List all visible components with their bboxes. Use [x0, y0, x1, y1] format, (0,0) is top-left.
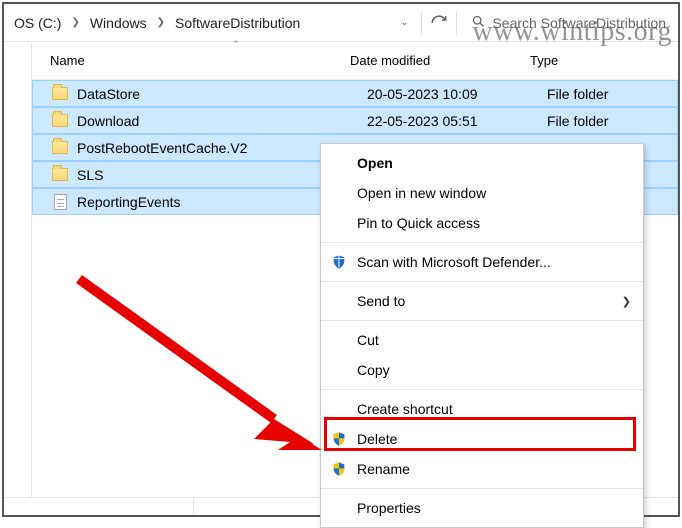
folder-icon: [51, 139, 69, 157]
file-name: Download: [77, 113, 367, 129]
column-header-date[interactable]: Date modified: [350, 53, 530, 68]
divider: [456, 11, 457, 35]
breadcrumb-item[interactable]: SoftwareDistribution: [171, 13, 304, 33]
menu-open-new-window[interactable]: Open in new window: [321, 178, 643, 208]
file-date: 22-05-2023 05:51: [367, 113, 547, 129]
context-menu: Open Open in new window Pin to Quick acc…: [320, 143, 644, 528]
file-date: 20-05-2023 10:09: [367, 86, 547, 102]
menu-rename[interactable]: Rename: [321, 454, 643, 484]
refresh-button[interactable]: [430, 14, 448, 32]
file-name: DataStore: [77, 86, 367, 102]
file-type: File folder: [547, 86, 677, 102]
search-placeholder: Search SoftwareDistribution: [492, 15, 674, 31]
chevron-right-icon: ❯: [622, 295, 631, 308]
table-row[interactable]: DataStore 20-05-2023 10:09 File folder: [32, 80, 678, 107]
folder-icon: [51, 85, 69, 103]
defender-icon: [329, 254, 349, 270]
sort-asc-icon: ⌃: [232, 39, 240, 50]
menu-scan-defender[interactable]: Scan with Microsoft Defender...: [321, 247, 643, 277]
menu-copy[interactable]: Copy: [321, 355, 643, 385]
nav-pane-strip: [4, 42, 32, 497]
file-type: File folder: [547, 113, 677, 129]
chevron-right-icon: ❯: [151, 17, 171, 28]
search-box[interactable]: Search SoftwareDistribution: [465, 14, 674, 32]
chevron-right-icon: ❯: [65, 17, 85, 28]
search-icon: [465, 14, 492, 32]
chevron-down-icon[interactable]: ⌄: [395, 17, 413, 28]
breadcrumb-item[interactable]: Windows: [86, 13, 151, 33]
menu-cut[interactable]: Cut: [321, 325, 643, 355]
breadcrumb-item[interactable]: OS (C:): [10, 13, 65, 33]
table-row[interactable]: Download 22-05-2023 05:51 File folder: [32, 107, 678, 134]
uac-shield-icon: [329, 431, 349, 447]
column-header-type[interactable]: Type: [530, 53, 678, 68]
menu-send-to[interactable]: Send to ❯: [321, 286, 643, 316]
menu-pin-quick-access[interactable]: Pin to Quick access: [321, 208, 643, 238]
menu-delete[interactable]: Delete: [321, 424, 643, 454]
folder-icon: [51, 112, 69, 130]
uac-shield-icon: [329, 461, 349, 477]
file-icon: [51, 193, 69, 211]
folder-icon: [51, 166, 69, 184]
address-bar[interactable]: OS (C:) ❯ Windows ❯ SoftwareDistribution: [8, 8, 395, 38]
menu-create-shortcut[interactable]: Create shortcut: [321, 394, 643, 424]
column-header-name[interactable]: Name: [50, 53, 350, 68]
menu-open[interactable]: Open: [321, 148, 643, 178]
divider: [421, 11, 422, 35]
